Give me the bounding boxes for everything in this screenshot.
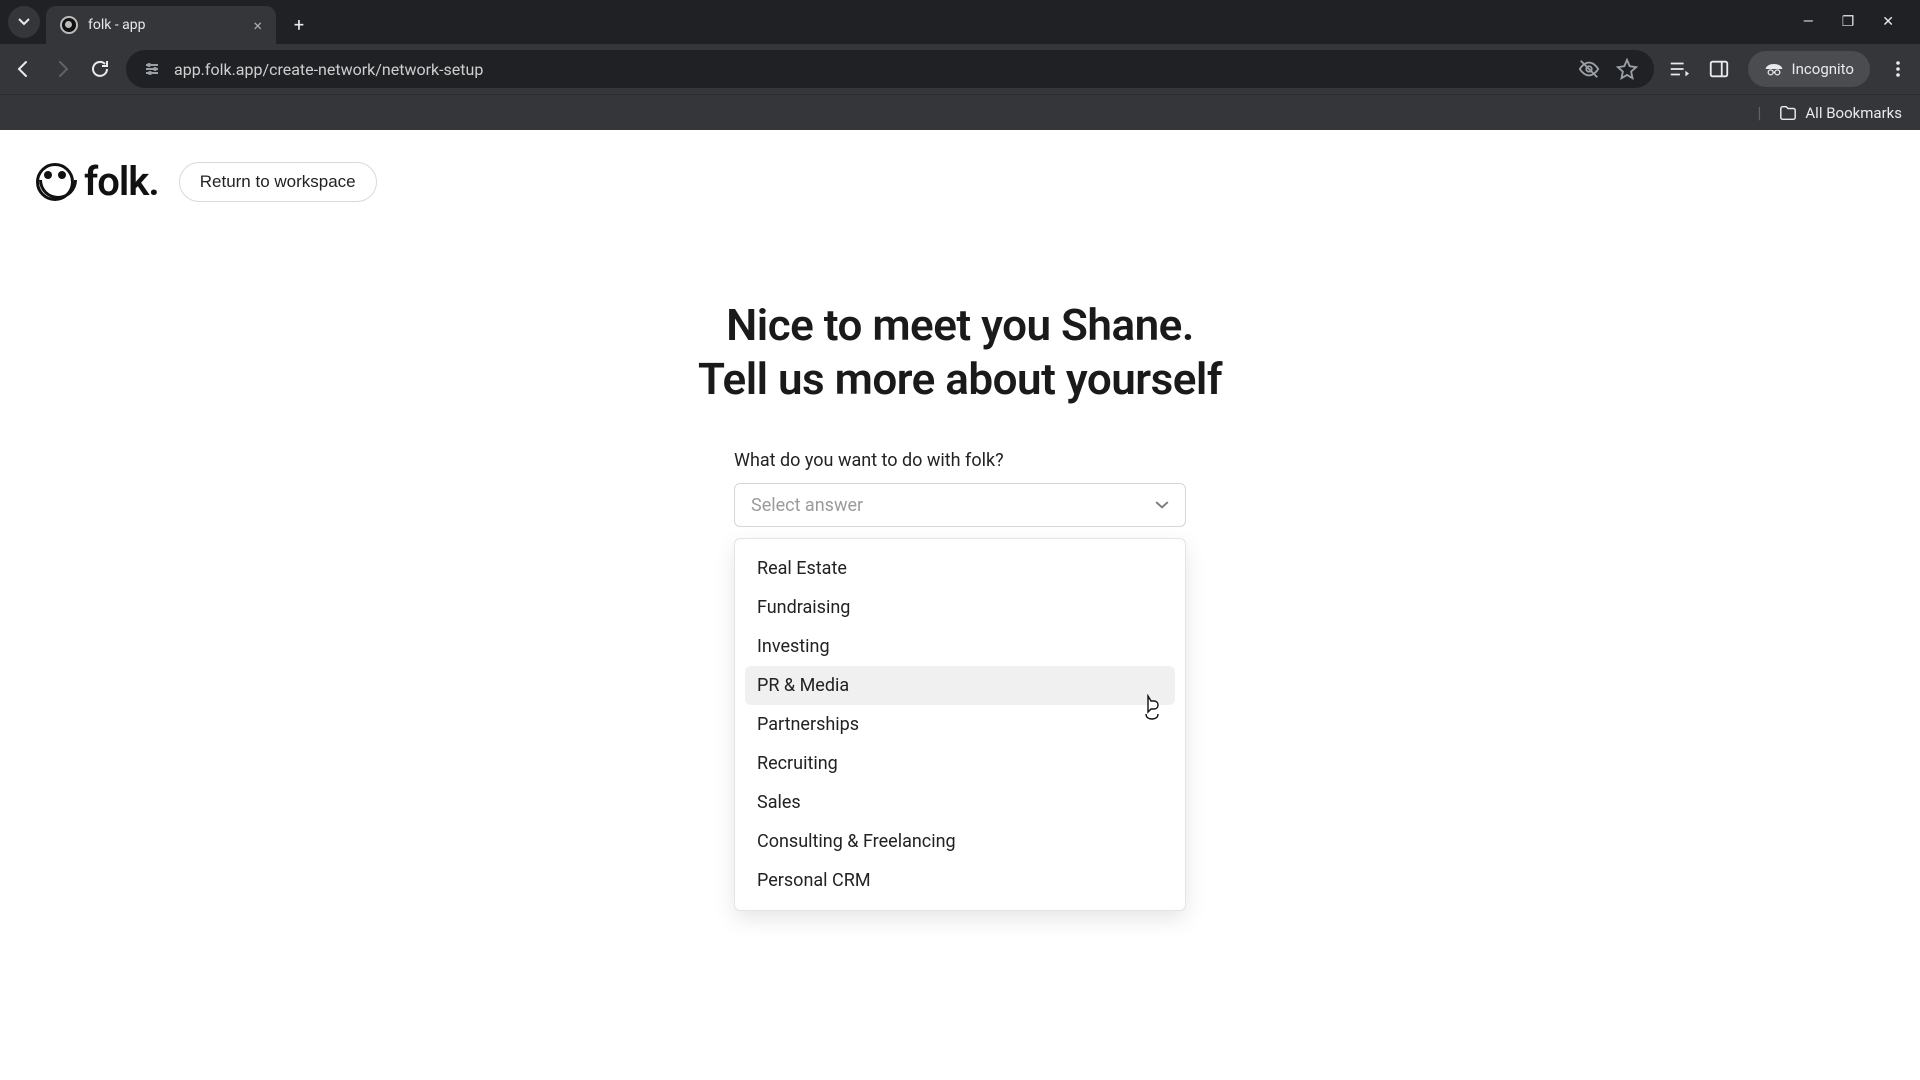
option-pr-media[interactable]: PR & Media [745,666,1175,705]
kebab-menu-icon[interactable] [1888,59,1908,79]
headline-line1: Nice to meet you Shane. [726,299,1194,351]
option-fundraising[interactable]: Fundraising [745,588,1175,627]
all-bookmarks-label: All Bookmarks [1805,104,1902,122]
browser-tab[interactable]: folk - app × [46,6,276,44]
close-window-icon[interactable]: ✕ [1882,14,1894,30]
headline: Nice to meet you Shane. Tell us more abo… [0,299,1920,406]
site-settings-icon[interactable] [142,59,162,79]
incognito-label: Incognito [1792,60,1854,78]
maximize-icon[interactable]: ❐ [1842,14,1855,30]
option-consulting-freelancing[interactable]: Consulting & Freelancing [745,822,1175,861]
option-partnerships[interactable]: Partnerships [745,705,1175,744]
form-area: What do you want to do with folk? Select… [734,450,1186,527]
use-case-select[interactable]: Select answer [734,483,1186,527]
tab-title: folk - app [88,17,146,33]
page-header: folk. Return to workspace [0,130,1920,233]
back-button[interactable] [12,57,36,81]
chevron-down-icon [1155,498,1169,512]
onboarding-content: Nice to meet you Shane. Tell us more abo… [0,299,1920,875]
chevron-down-icon [18,16,30,28]
option-investing[interactable]: Investing [745,627,1175,666]
media-playlist-icon[interactable] [1668,58,1690,80]
tab-strip: folk - app × + — ❐ ✕ [0,0,1920,44]
option-personal-crm[interactable]: Personal CRM [745,861,1175,900]
window-controls: — ❐ ✕ [1803,14,1912,30]
option-sales[interactable]: Sales [745,783,1175,822]
option-recruiting[interactable]: Recruiting [745,744,1175,783]
bookmark-star-icon[interactable] [1616,58,1638,80]
folk-logo-mark [36,163,74,201]
page-content: folk. Return to workspace Nice to meet y… [0,130,1920,1080]
toolbar-right: Incognito [1668,51,1908,87]
minimize-icon[interactable]: — [1803,14,1814,30]
url-text: app.folk.app/create-network/network-setu… [174,60,483,79]
tab-favicon [60,16,78,34]
address-bar[interactable]: app.folk.app/create-network/network-setu… [126,50,1654,88]
new-tab-button[interactable]: + [284,10,314,40]
folder-icon [1779,104,1797,122]
select-placeholder: Select answer [751,495,863,516]
all-bookmarks-button[interactable]: All Bookmarks [1779,104,1902,122]
folk-logo[interactable]: folk. [36,158,159,205]
headline-line2: Tell us more about yourself [698,353,1222,405]
tab-search-dropdown[interactable] [8,6,40,38]
eye-off-icon[interactable] [1578,58,1600,80]
reload-button[interactable] [88,57,112,81]
browser-chrome: folk - app × + — ❐ ✕ app.folk.app/create… [0,0,1920,130]
option-real-estate[interactable]: Real Estate [745,549,1175,588]
return-to-workspace-button[interactable]: Return to workspace [179,162,377,202]
folk-logo-text: folk. [84,158,159,205]
browser-toolbar: app.folk.app/create-network/network-setu… [0,44,1920,94]
separator: | [1757,103,1761,122]
close-tab-icon[interactable]: × [253,16,262,35]
incognito-icon [1764,62,1784,76]
question-label: What do you want to do with folk? [734,450,1186,471]
incognito-chip[interactable]: Incognito [1748,51,1870,87]
forward-button[interactable] [50,57,74,81]
use-case-dropdown: Real EstateFundraisingInvestingPR & Medi… [734,538,1186,911]
side-panel-icon[interactable] [1708,58,1730,80]
bookmarks-bar: | All Bookmarks [0,94,1920,130]
